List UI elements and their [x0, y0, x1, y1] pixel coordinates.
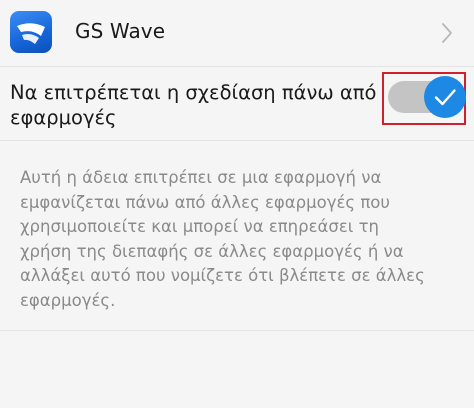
description-line: εμφανίζεται πάνω από άλλες εφαρμογές που [20, 192, 390, 212]
check-icon [434, 89, 456, 106]
divider [0, 330, 474, 331]
description-line: εφαρμογές. [20, 290, 116, 310]
permission-screen: GS Wave Να επιτρέπεται η σχεδίαση πάνω α… [0, 0, 474, 408]
app-name: GS Wave [75, 19, 166, 43]
app-row[interactable]: GS Wave [0, 0, 474, 66]
draw-over-apps-row[interactable]: Να επιτρέπεται η σχεδίαση πάνω από εφαρμ… [0, 67, 474, 140]
permission-description: Αυτή η άδεια επιτρέπει σε μια εφαρμογή ν… [20, 166, 460, 314]
gs-wave-app-icon [10, 11, 52, 53]
draw-over-apps-label: Να επιτρέπεται η σχεδίαση πάνω από εφαρμ… [10, 80, 380, 130]
divider [0, 140, 474, 141]
draw-over-apps-switch[interactable] [388, 76, 466, 118]
description-line: αλλάξει αυτό που νομίζετε ότι βλέπετε σε… [20, 266, 425, 286]
label-line: Να επιτρέπεται η σχεδίαση πάνω από [10, 81, 377, 104]
description-line: χρήση της διεπαφής σε άλλες εφαρμογές ή … [20, 241, 404, 261]
chevron-right-icon [440, 21, 454, 45]
description-line: χρησιμοποιείτε και μπορεί να επηρεάσει τ… [20, 217, 379, 237]
description-line: Αυτή η άδεια επιτρέπει σε μια εφαρμογή ν… [20, 168, 382, 187]
label-line: εφαρμογές [10, 106, 117, 129]
switch-knob [424, 76, 466, 118]
